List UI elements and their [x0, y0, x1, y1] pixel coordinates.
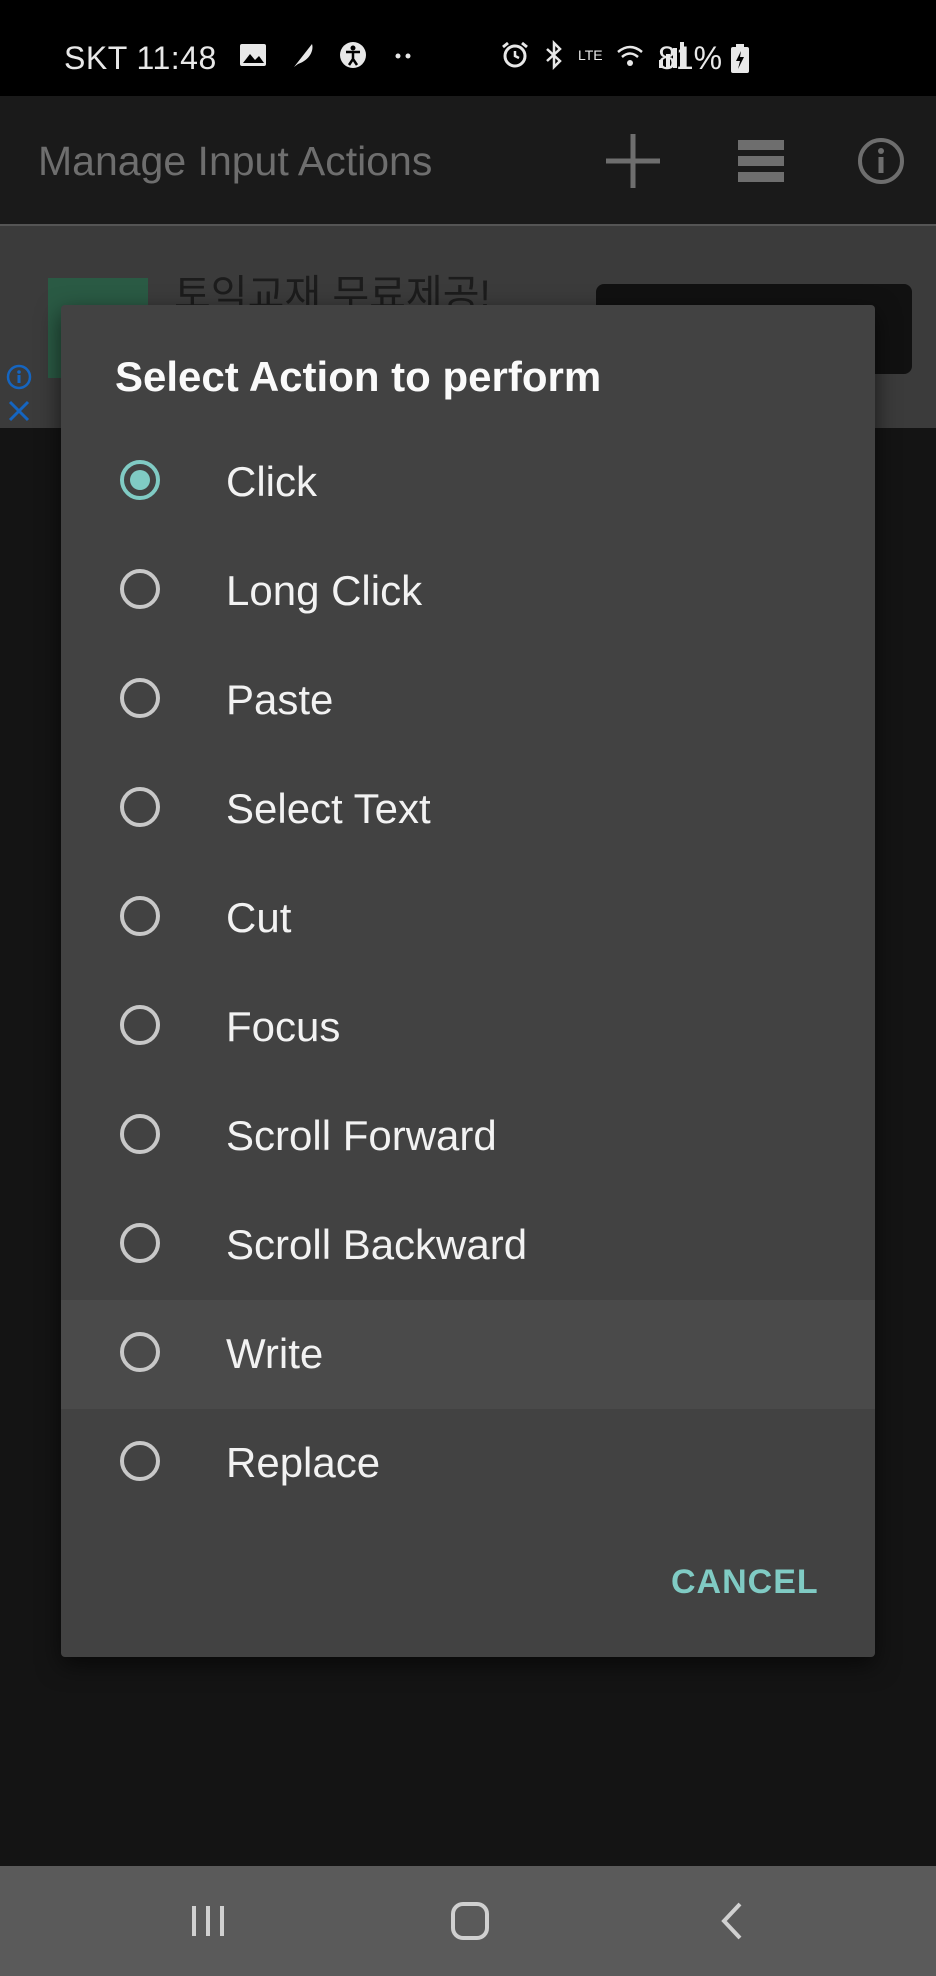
feather-icon: [294, 44, 313, 67]
battery-percent: 81%: [658, 40, 723, 76]
radio-button[interactable]: [120, 678, 160, 718]
option-label: Replace: [226, 1439, 381, 1486]
status-left-icons: [238, 40, 418, 70]
option-cut[interactable]: Cut: [61, 864, 875, 973]
status-right-icons: LTE: [500, 40, 685, 70]
recent-apps-icon[interactable]: [178, 1896, 238, 1946]
back-icon[interactable]: [702, 1896, 762, 1946]
radio-button[interactable]: [120, 896, 160, 936]
accessibility-icon: [340, 42, 366, 68]
option-label: Cut: [226, 894, 292, 941]
option-label: Click: [226, 458, 317, 505]
cancel-button[interactable]: CANCEL: [671, 1563, 819, 1602]
radio-button-checked[interactable]: [120, 460, 160, 500]
status-carrier-time: SKT 11:48: [64, 40, 217, 76]
option-long-click[interactable]: Long Click: [61, 537, 875, 646]
option-label: Write: [226, 1330, 324, 1377]
option-replace[interactable]: Replace: [61, 1409, 875, 1518]
battery-charging-icon: [731, 44, 749, 73]
list-icon[interactable]: [726, 126, 796, 196]
option-label: Select Text: [226, 785, 431, 832]
option-label: Scroll Forward: [226, 1112, 497, 1159]
option-label: Long Click: [226, 567, 423, 614]
radio-button[interactable]: [120, 569, 160, 609]
wifi-icon: [616, 45, 643, 66]
radio-button[interactable]: [120, 1114, 160, 1154]
option-focus[interactable]: Focus: [61, 973, 875, 1082]
option-select-text[interactable]: Select Text: [61, 755, 875, 864]
option-label: Focus: [226, 1003, 341, 1050]
dialog-title: Select Action to perform: [115, 353, 602, 400]
option-click[interactable]: Click: [61, 428, 875, 537]
option-label: Scroll Backward: [226, 1221, 528, 1268]
app-title: Manage Input Actions: [38, 138, 433, 184]
option-label: Paste: [226, 676, 334, 723]
add-icon[interactable]: [598, 126, 668, 196]
radio-button[interactable]: [120, 1441, 160, 1481]
radio-button[interactable]: [120, 1005, 160, 1045]
option-write[interactable]: Write: [61, 1300, 875, 1409]
action-options-list: Click Long Click Paste Select Text Cut F…: [61, 428, 875, 1518]
navigation-bar: [0, 1866, 936, 1976]
network-type-label: LTE: [578, 47, 603, 63]
more-dots-icon: [395, 53, 411, 59]
home-icon[interactable]: [440, 1896, 500, 1946]
gallery-icon: [240, 44, 266, 66]
radio-button[interactable]: [120, 787, 160, 827]
radio-button[interactable]: [120, 1332, 160, 1372]
info-icon[interactable]: [846, 126, 916, 196]
option-paste[interactable]: Paste: [61, 646, 875, 755]
app-bar: Manage Input Actions: [0, 96, 936, 224]
alarm-icon: [502, 41, 528, 68]
action-select-dialog: Select Action to perform Click Long Clic…: [61, 305, 875, 1657]
ad-close-icon[interactable]: [6, 398, 32, 424]
radio-button[interactable]: [120, 1223, 160, 1263]
status-bar: SKT 11:48 LTE 81%: [0, 0, 936, 96]
bluetooth-icon: [546, 40, 562, 70]
option-scroll-backward[interactable]: Scroll Backward: [61, 1191, 875, 1300]
option-scroll-forward[interactable]: Scroll Forward: [61, 1082, 875, 1191]
ad-info-icon[interactable]: [4, 362, 34, 392]
